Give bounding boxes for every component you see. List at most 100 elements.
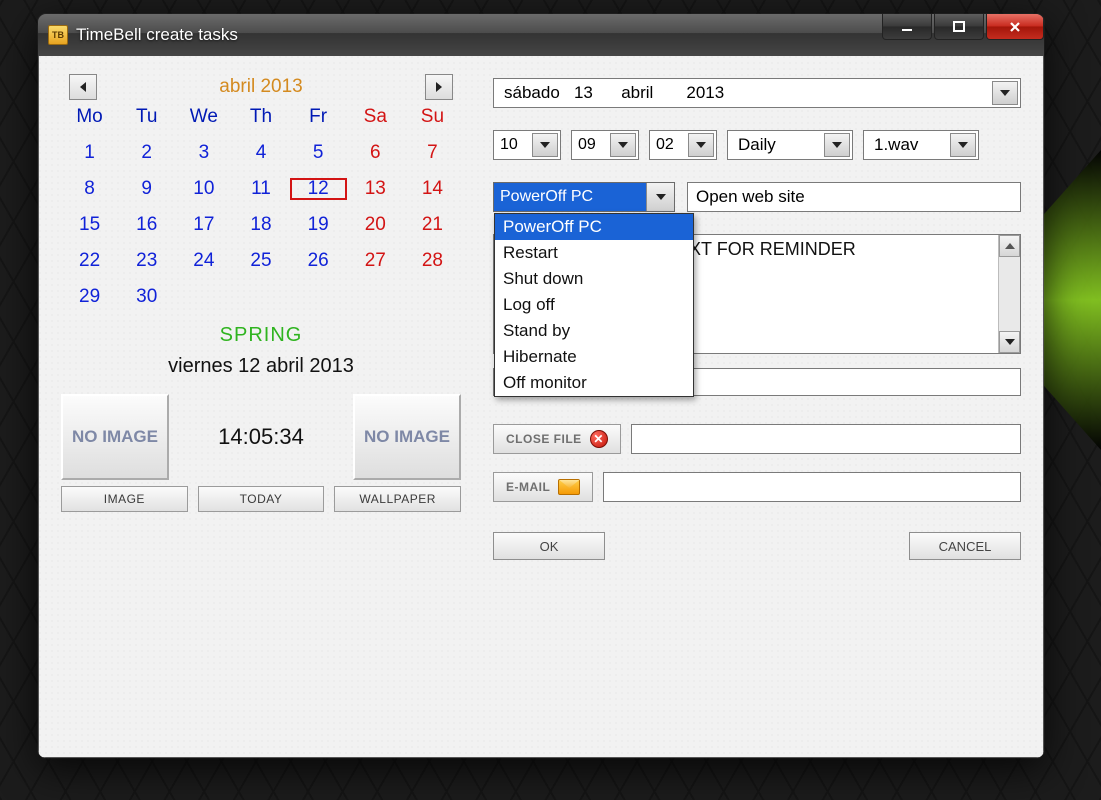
calendar-day[interactable]: 7 [404,142,461,164]
repeat-value: Daily [738,135,776,155]
repeat-select[interactable]: Daily [727,130,853,160]
calendar-day[interactable]: 21 [404,214,461,236]
website-placeholder: Open web site [696,187,805,207]
chevron-down-icon [688,133,714,157]
action-option[interactable]: Shut down [495,266,693,292]
minute-select[interactable]: 09 [571,130,639,160]
calendar-day[interactable]: 26 [290,250,347,272]
chevron-down-icon [1005,339,1015,345]
calendar-day[interactable]: 4 [232,142,289,164]
action-option[interactable]: Log off [495,292,693,318]
calendar-day-header: Su [404,106,461,128]
calendar-day[interactable]: 11 [232,178,289,200]
calendar-day-header: Tu [118,106,175,128]
calendar-day[interactable]: 13 [347,178,404,200]
close-button[interactable] [986,14,1044,40]
email-input[interactable] [603,472,1021,502]
calendar-day[interactable]: 8 [61,178,118,200]
calendar-day-header: We [175,106,232,128]
action-option[interactable]: Hibernate [495,344,693,370]
calendar-empty [347,286,404,308]
calendar-day[interactable]: 12 [290,178,347,200]
calendar-day-header: Fr [290,106,347,128]
calendar-day[interactable]: 9 [118,178,175,200]
date-picker[interactable]: sábado 13 abril 2013 [493,78,1021,108]
calendar-day[interactable]: 17 [175,214,232,236]
hour-select[interactable]: 10 [493,130,561,160]
action-dropdown-list[interactable]: PowerOff PCRestartShut downLog offStand … [494,213,694,397]
calendar-day[interactable]: 14 [404,178,461,200]
calendar-day[interactable]: 6 [347,142,404,164]
calendar-day[interactable]: 22 [61,250,118,272]
wallpaper-preview[interactable]: NO IMAGE [353,394,461,480]
calendar-day[interactable]: 3 [175,142,232,164]
chevron-down-icon [532,133,558,157]
chevron-right-icon [436,82,442,92]
calendar-panel: abril 2013 MoTuWeThFrSaSu123456789101112… [61,74,461,743]
sound-value: 1.wav [874,135,918,155]
calendar-day[interactable]: 10 [175,178,232,200]
action-select[interactable]: PowerOff PC PowerOff PCRestartShut downL… [493,182,675,212]
calendar-day[interactable]: 28 [404,250,461,272]
calendar-day[interactable]: 24 [175,250,232,272]
close-file-label: CLOSE FILE [506,432,582,446]
prev-month-button[interactable] [69,74,97,100]
mail-icon [558,479,580,495]
scroll-up-button[interactable] [999,235,1020,257]
scroll-down-button[interactable] [999,331,1020,353]
calendar-day[interactable]: 30 [118,286,175,308]
close-file-button[interactable]: CLOSE FILE ✕ [493,424,621,454]
minimize-button[interactable] [882,14,932,40]
close-icon: ✕ [590,430,608,448]
calendar-day[interactable]: 29 [61,286,118,308]
calendar-day[interactable]: 23 [118,250,175,272]
calendar-day[interactable]: 20 [347,214,404,236]
app-icon: TB [48,25,68,45]
chevron-up-icon [1005,243,1015,249]
action-option[interactable]: Restart [495,240,693,266]
calendar-day[interactable]: 2 [118,142,175,164]
wallpaper-button[interactable]: WALLPAPER [334,486,461,512]
image-button[interactable]: IMAGE [61,486,188,512]
chevron-down-icon [992,81,1018,105]
action-option[interactable]: Off monitor [495,370,693,396]
next-month-button[interactable] [425,74,453,100]
cancel-button[interactable]: CANCEL [909,532,1021,560]
image-preview[interactable]: NO IMAGE [61,394,169,480]
action-option[interactable]: Stand by [495,318,693,344]
email-button[interactable]: E-MAIL [493,472,593,502]
ok-button[interactable]: OK [493,532,605,560]
sound-select[interactable]: 1.wav [863,130,979,160]
chevron-down-icon [950,133,976,157]
calendar-day[interactable]: 16 [118,214,175,236]
chevron-down-icon [824,133,850,157]
titlebar[interactable]: TB TimeBell create tasks [38,14,1044,56]
today-button[interactable]: TODAY [198,486,325,512]
calendar-day[interactable]: 27 [347,250,404,272]
second-value: 02 [656,136,674,154]
chevron-left-icon [80,82,86,92]
calendar-day[interactable]: 5 [290,142,347,164]
calendar-empty [175,286,232,308]
calendar-day[interactable]: 18 [232,214,289,236]
email-label: E-MAIL [506,480,550,494]
calendar-empty [404,286,461,308]
calendar-day[interactable]: 19 [290,214,347,236]
reminder-scrollbar[interactable] [998,235,1020,353]
action-option[interactable]: PowerOff PC [495,214,693,240]
calendar-day-header: Sa [347,106,404,128]
window-title: TimeBell create tasks [76,25,238,45]
maximize-button[interactable] [934,14,984,40]
dialog-client: abril 2013 MoTuWeThFrSaSu123456789101112… [38,56,1044,758]
second-select[interactable]: 02 [649,130,717,160]
date-picker-value: sábado 13 abril 2013 [504,83,724,103]
calendar-grid: MoTuWeThFrSaSu12345678910111213141516171… [61,106,461,308]
minute-value: 09 [578,136,596,154]
calendar-day[interactable]: 25 [232,250,289,272]
dialog-window: TB TimeBell create tasks abril 2013 MoTu… [38,14,1044,758]
close-file-input[interactable] [631,424,1021,454]
calendar-day[interactable]: 15 [61,214,118,236]
calendar-empty [290,286,347,308]
website-input[interactable]: Open web site [687,182,1021,212]
calendar-day[interactable]: 1 [61,142,118,164]
